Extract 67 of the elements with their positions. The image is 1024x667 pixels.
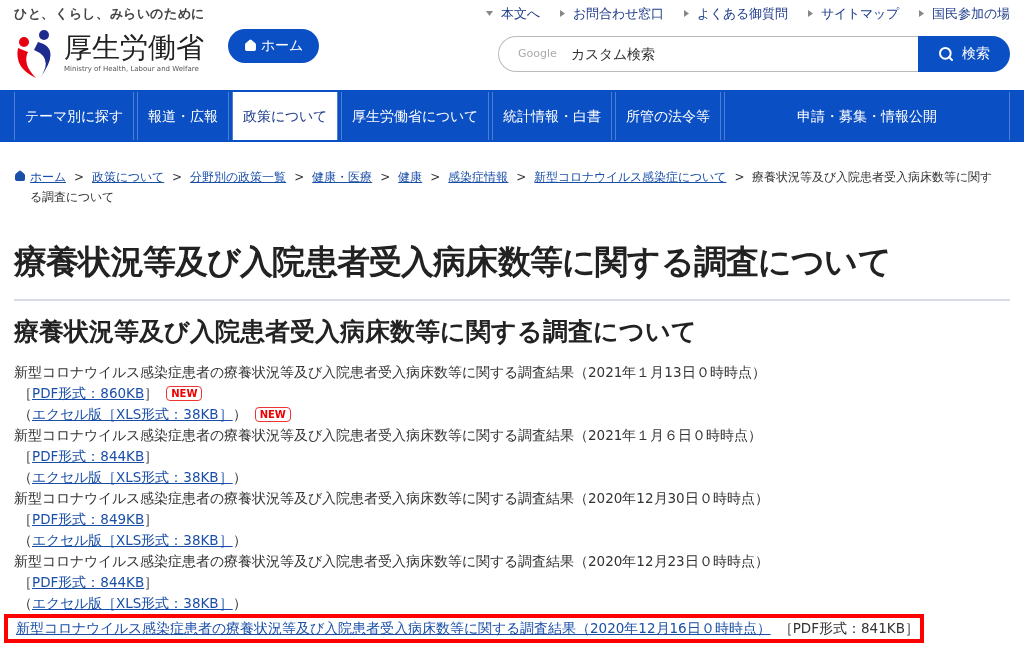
excel-link[interactable]: エクセル版［XLS形式：38KB］ <box>32 593 233 614</box>
breadcrumb-link[interactable]: 健康・医療 <box>312 170 373 184</box>
caret-right-icon <box>560 10 565 18</box>
breadcrumb-link[interactable]: 新型コロナウイルス感染症について <box>534 170 727 184</box>
home-icon <box>14 170 26 182</box>
nav-tab[interactable]: 統計情報・白書 <box>492 92 612 140</box>
breadcrumb-link[interactable]: ホーム <box>30 170 66 184</box>
home-button[interactable]: ホーム <box>228 28 319 63</box>
result-title: 新型コロナウイルス感染症患者の療養状況等及び入院患者受入病床数等に関する調査結果（2020年12月23日０時時点） <box>14 552 770 571</box>
bracket: ］ <box>144 510 159 529</box>
bracket: ［ <box>18 573 32 592</box>
nav-tab[interactable]: 厚生労働省について <box>341 92 489 140</box>
nav-tab[interactable]: テーマ別に探す <box>14 92 134 140</box>
search-button[interactable]: 検索 <box>918 35 1010 72</box>
bracket: （ <box>18 594 32 613</box>
result-title: 新型コロナウイルス感染症患者の療養状況等及び入院患者受入病床数等に関する調査結果（2021年１月13日０時時点） <box>14 363 767 382</box>
logo-text: 厚生労働省 <box>64 32 204 65</box>
bracket: （ <box>18 405 32 424</box>
excel-link[interactable]: エクセル版［XLS形式：38KB］ <box>32 530 233 551</box>
pdf-link[interactable]: PDF形式：844KB <box>32 446 145 467</box>
breadcrumb-link[interactable]: 健康 <box>398 170 423 184</box>
bracket: （ <box>18 468 32 487</box>
result-link[interactable]: 新型コロナウイルス感染症患者の療養状況等及び入院患者受入病床数等に関する調査結果（2020年12月16日０時時点） <box>16 618 771 639</box>
section-title: 療養状況等及び入院患者受入病床数等に関する調査について <box>14 315 698 348</box>
pdf-link[interactable]: PDF形式：844KB <box>32 572 145 593</box>
utility-link[interactable]: よくある御質問 <box>697 4 788 24</box>
caret-right-icon <box>808 10 813 18</box>
caret-right-icon <box>919 10 924 18</box>
new-badge: NEW <box>166 386 203 401</box>
home-icon <box>244 39 257 52</box>
tagline: ひと、くらし、みらいのために <box>14 5 207 23</box>
pdf-link[interactable]: PDF形式：860KB <box>32 383 145 404</box>
excel-link[interactable]: エクセル版［XLS形式：38KB］ <box>32 404 233 425</box>
pdf-link[interactable]: PDF形式：849KB <box>32 509 145 530</box>
bracket: （ <box>18 531 32 550</box>
bracket: ） <box>232 594 247 613</box>
search-icon <box>938 45 954 62</box>
breadcrumb: ホーム > 政策について > 分野別の政策一覧 > 健康・医療 > 健康 > 感染症情報 > 新型コロナウイルス感染症について > 療養状況等及び入院患者受入病床数等に関する調査について <box>30 169 994 206</box>
bracket: ） <box>232 531 247 550</box>
page-title: 療養状況等及び入院患者受入病床数等に関する調査について <box>14 237 1010 301</box>
pdf-size: ［PDF形式：841KB］ <box>778 619 919 638</box>
nav-tab[interactable]: 所管の法令等 <box>615 92 721 140</box>
bracket: ［ <box>18 447 32 466</box>
utility-link[interactable]: サイトマップ <box>821 4 899 24</box>
new-badge: NEW <box>254 407 291 422</box>
nav-tab[interactable]: 政策について <box>232 92 338 140</box>
utility-link[interactable]: お問合わせ窓口 <box>573 4 664 24</box>
breadcrumb-link[interactable]: 感染症情報 <box>448 170 509 184</box>
google-label: Google <box>518 45 557 62</box>
bracket: ］ <box>144 384 159 403</box>
bracket: ） <box>232 468 247 487</box>
breadcrumb-link[interactable]: 分野別の政策一覧 <box>190 170 287 184</box>
bracket: ［ <box>18 384 32 403</box>
excel-link[interactable]: エクセル版［XLS形式：38KB］ <box>32 467 233 488</box>
nav-tab[interactable]: 報道・広報 <box>137 92 229 140</box>
bracket: ） <box>232 405 247 424</box>
bracket: ］ <box>144 573 159 592</box>
bracket: ］ <box>144 447 159 466</box>
bracket: ［ <box>18 510 32 529</box>
result-title: 新型コロナウイルス感染症患者の療養状況等及び入院患者受入病床数等に関する調査結果（2021年１月６日０時時点） <box>14 426 764 445</box>
caret-down-icon <box>486 11 493 17</box>
caret-right-icon <box>684 10 689 18</box>
utility-link[interactable]: 国民参加の場 <box>932 4 1010 24</box>
utility-link[interactable]: 本文へ <box>501 4 540 24</box>
nav-tab[interactable]: 申請・募集・情報公開 <box>724 92 1010 140</box>
breadcrumb-link[interactable]: 政策について <box>92 170 165 184</box>
result-title: 新型コロナウイルス感染症患者の療養状況等及び入院患者受入病床数等に関する調査結果（2020年12月30日０時時点） <box>14 489 770 508</box>
